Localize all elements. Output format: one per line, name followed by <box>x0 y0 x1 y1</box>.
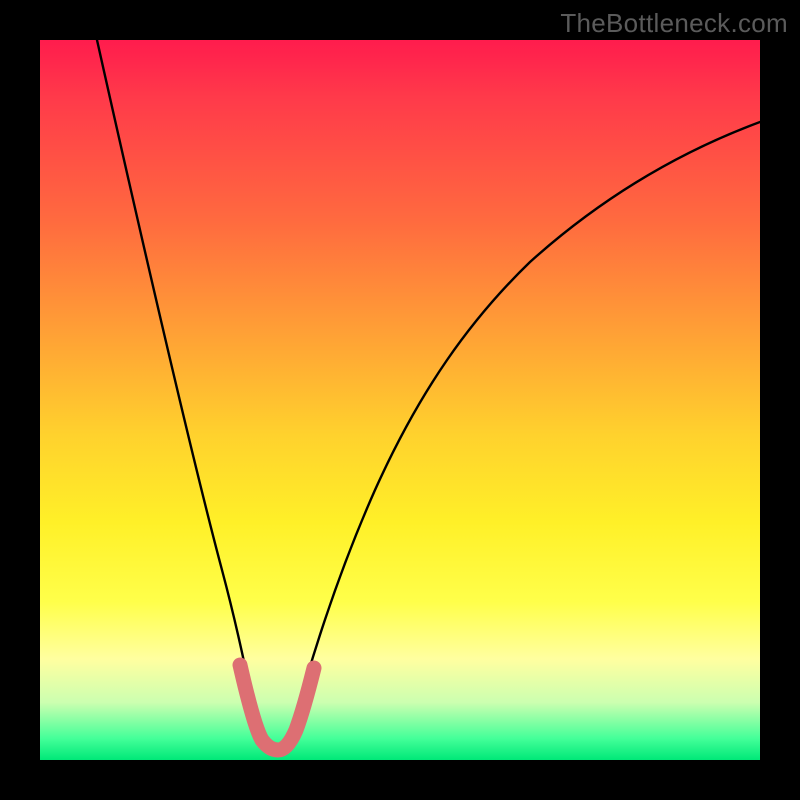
bottleneck-curve <box>97 40 760 745</box>
chart-frame <box>40 40 760 760</box>
highlight-segment <box>240 665 314 750</box>
bottleneck-curve-svg <box>40 40 760 760</box>
watermark-text: TheBottleneck.com <box>560 8 788 39</box>
